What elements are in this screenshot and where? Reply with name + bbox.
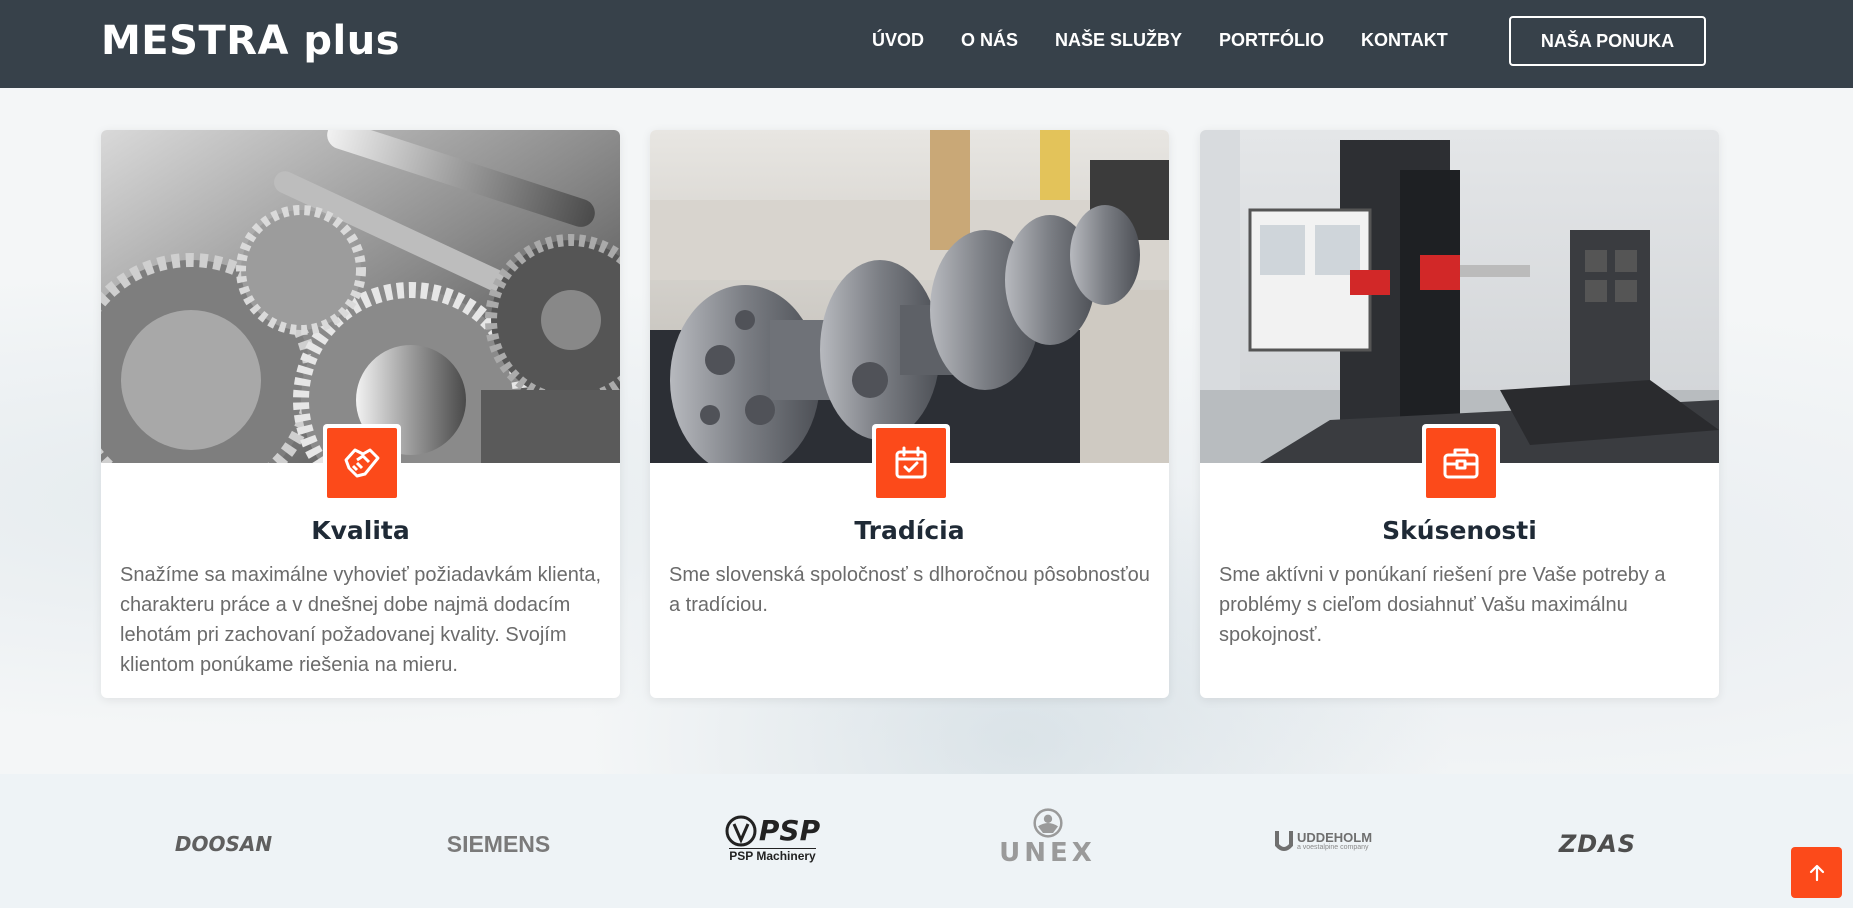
card-text: Snažíme sa maximálne vyhovieť požiadavká…: [120, 564, 602, 676]
card-text: Sme slovenská spoločnosť s dlhoročnou pô…: [669, 564, 1150, 616]
unex-emblem-icon: [1032, 808, 1063, 838]
gears-photo: [101, 130, 620, 463]
brand-logo-psp: PSP PSP Machinery: [715, 812, 830, 864]
main-nav: ÚVOD O NÁS NAŠE SLUŽBY PORTFÓLIO KONTAKT: [872, 30, 1485, 51]
brand-logo-unex: UNEX: [990, 808, 1105, 868]
brand-logo-doosan: DOOSAN: [174, 832, 273, 856]
nav-link-o-nas[interactable]: O NÁS: [961, 30, 1018, 51]
feature-card-skusenosti: Skúsenosti Sme aktívni v ponúkaní riešen…: [1200, 130, 1719, 698]
calendar-check-icon: [876, 428, 946, 498]
feature-card-tradicia: Tradícia Sme slovenská spoločnosť s dlho…: [650, 130, 1169, 698]
brand-logo-siemens: SIEMENS: [446, 830, 551, 857]
card-icon-frame: [872, 424, 950, 502]
nav-link-portfolio[interactable]: PORTFÓLIO: [1219, 30, 1324, 51]
brand-logo-uddeholm: UDDEHOLM a voestalpine company: [1266, 826, 1381, 856]
card-text: Sme aktívni v ponúkaní riešení pre Vaše …: [1219, 564, 1666, 646]
feature-card-kvalita: Kvalita Snažíme sa maximálne vyhovieť po…: [101, 130, 620, 698]
scroll-to-top-button[interactable]: [1791, 847, 1842, 898]
cnc-machine-photo: [1200, 130, 1719, 463]
nav-link-nase-sluzby[interactable]: NAŠE SLUŽBY: [1055, 30, 1182, 51]
nav-link-uvod[interactable]: ÚVOD: [872, 30, 924, 51]
card-title: Skúsenosti: [1382, 516, 1537, 545]
nav-link-kontakt[interactable]: KONTAKT: [1361, 30, 1448, 51]
offer-button[interactable]: NAŠA PONUKA: [1509, 16, 1706, 66]
psp-emblem-icon: [725, 815, 757, 846]
card-icon-frame: [323, 424, 401, 502]
crankshaft-photo: [650, 130, 1169, 463]
uddeholm-emblem-icon: [1274, 831, 1293, 851]
brand-logo-zdas: ZDAS: [1558, 830, 1637, 858]
site-logo[interactable]: MESTRA plus: [101, 18, 400, 64]
briefcase-icon: [1426, 428, 1496, 498]
card-title: Kvalita: [311, 516, 410, 545]
site-header: MESTRA plus ÚVOD O NÁS NAŠE SLUŽBY PORTF…: [0, 0, 1853, 88]
brands-bar: DOOSAN SIEMENS PSP PSP Machinery UNEX UD…: [0, 774, 1853, 908]
arrow-up-icon: [1809, 864, 1824, 881]
card-icon-frame: [1422, 424, 1500, 502]
handshake-icon: [327, 428, 397, 498]
card-title: Tradícia: [854, 516, 965, 545]
